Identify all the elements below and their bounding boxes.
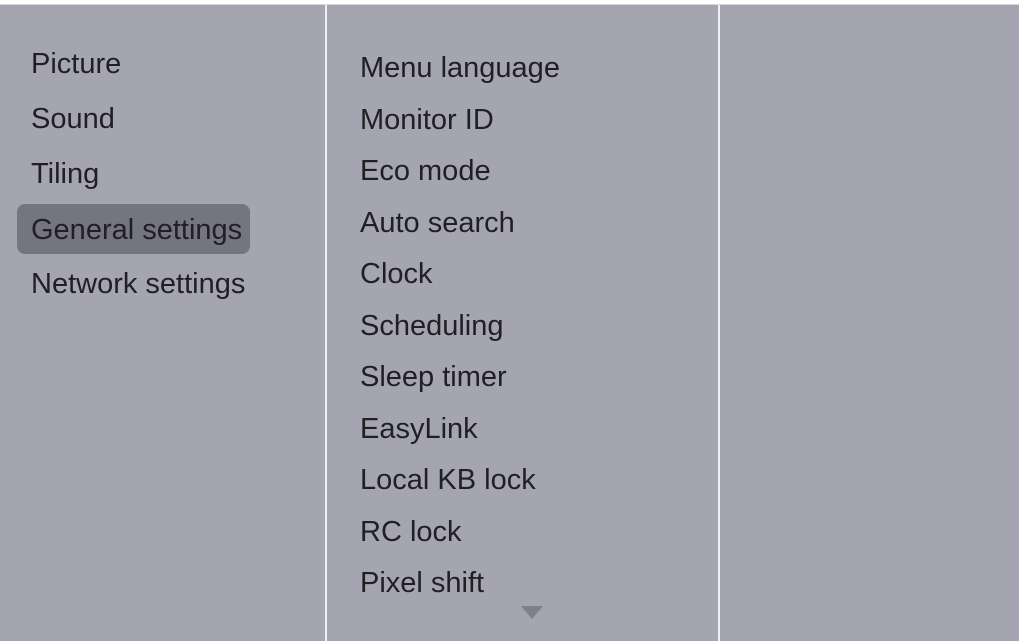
menu-item-tiling[interactable]: Tiling xyxy=(17,149,258,204)
submenu-item-clock[interactable]: Clock xyxy=(360,249,560,301)
submenu-item-scheduling[interactable]: Scheduling xyxy=(360,301,560,353)
menu-item-sound[interactable]: Sound xyxy=(17,94,258,149)
menu-item-general-settings[interactable]: General settings xyxy=(17,204,258,259)
chevron-down-icon[interactable] xyxy=(521,606,543,619)
submenu-item-sleep-timer[interactable]: Sleep timer xyxy=(360,352,560,404)
menu-item-picture[interactable]: Picture xyxy=(17,39,258,94)
detail-column xyxy=(718,5,1019,641)
osd-menu-panel: Picture Sound Tiling General settings Ne… xyxy=(0,4,1019,641)
submenu-item-eco-mode[interactable]: Eco mode xyxy=(360,146,560,198)
submenu-item-auto-search[interactable]: Auto search xyxy=(360,198,560,250)
submenu-item-monitor-id[interactable]: Monitor ID xyxy=(360,95,560,147)
menu-item-label: Picture xyxy=(31,48,122,80)
menu-item-network-settings[interactable]: Network settings xyxy=(17,259,258,314)
menu-item-label: Sound xyxy=(31,103,115,135)
main-menu-column: Picture Sound Tiling General settings Ne… xyxy=(0,5,325,641)
submenu-item-easylink[interactable]: EasyLink xyxy=(360,404,560,456)
submenu-item-rc-lock[interactable]: RC lock xyxy=(360,507,560,559)
menu-item-label: Tiling xyxy=(31,158,100,190)
main-menu-list: Picture Sound Tiling General settings Ne… xyxy=(17,39,258,314)
submenu-list: Menu language Monitor ID Eco mode Auto s… xyxy=(360,43,560,610)
menu-item-label: Network settings xyxy=(31,268,246,300)
menu-item-label: General settings xyxy=(17,204,251,254)
submenu-item-local-kb-lock[interactable]: Local KB lock xyxy=(360,455,560,507)
submenu-column: Menu language Monitor ID Eco mode Auto s… xyxy=(325,5,718,641)
submenu-item-menu-language[interactable]: Menu language xyxy=(360,43,560,95)
submenu-item-pixel-shift[interactable]: Pixel shift xyxy=(360,558,560,610)
